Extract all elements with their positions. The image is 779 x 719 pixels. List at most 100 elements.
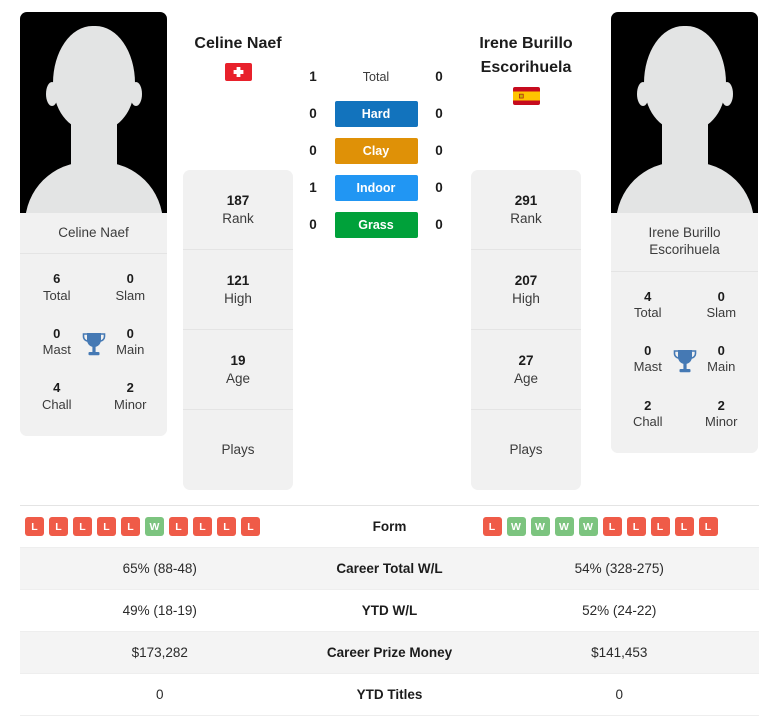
title-stat: 2 Minor	[94, 369, 168, 424]
surface-score-right: 0	[435, 143, 443, 158]
title-stat-label: Slam	[706, 304, 737, 320]
title-stat-label: Minor	[704, 413, 738, 429]
form-badge-w: W	[530, 517, 550, 536]
stat-row: 187 Rank	[183, 170, 293, 250]
surface-label: Grass	[334, 211, 418, 238]
form-badge-l: L	[121, 517, 140, 536]
table-row-label: Form	[372, 519, 407, 534]
form-badge-w: W	[145, 517, 164, 536]
table-cell-right: 0	[615, 687, 623, 702]
stat-row: 291 Rank	[471, 170, 581, 250]
surface-score-left: 0	[309, 106, 317, 121]
table-cell-left: 65% (88-48)	[122, 561, 197, 576]
form-badge-l: L	[602, 517, 622, 536]
form-badge-l: L	[650, 517, 670, 536]
table-cell-right: 52% (24-22)	[582, 603, 657, 618]
form-badge-l: L	[698, 517, 718, 536]
form-badge-l: L	[241, 517, 260, 536]
surface-label: Hard	[334, 100, 418, 127]
titles-grid-right: 4 Total 0 Slam 0 Mast 0 Main 2 Chall 2 M…	[611, 271, 759, 454]
surface-score-left: 0	[309, 143, 317, 158]
surface-score-right: 0	[435, 217, 443, 232]
table-row: $173,282 Career Prize Money $141,453	[20, 632, 759, 674]
table-row: 0 YTD Titles 0	[20, 674, 759, 716]
title-stat-value: 2	[644, 397, 652, 413]
head-to-head-summary: Celine Naef 6 Total 0 Slam 0 Mast 0 Main…	[0, 0, 779, 496]
table-row-label: YTD W/L	[361, 603, 418, 618]
form-badge-l: L	[193, 517, 212, 536]
surface-score-right: 0	[435, 69, 443, 84]
title-stat-label: Main	[707, 359, 736, 375]
surface-row-grass: 0 Grass 0	[296, 206, 456, 243]
surface-row-total: 1 Total 0	[296, 58, 456, 95]
title-stat-label: Main	[116, 342, 145, 358]
spain-flag-icon	[512, 87, 540, 105]
stat-label: Age	[513, 370, 539, 386]
player-card-left: Celine Naef 6 Total 0 Slam 0 Mast 0 Main…	[20, 12, 167, 436]
surface-score-right: 0	[435, 180, 443, 195]
stat-row: Plays	[471, 410, 581, 490]
titles-grid-left: 6 Total 0 Slam 0 Mast 0 Main 4 Chall 2 M…	[20, 254, 167, 436]
stat-value: 207	[514, 272, 538, 288]
title-stat-value: 0	[717, 343, 725, 359]
avatar-silhouette-icon	[24, 26, 163, 213]
surface-label: Clay	[334, 137, 418, 164]
title-stat-value: 2	[717, 397, 725, 413]
form-badge-l: L	[482, 517, 502, 536]
form-badge-l: L	[73, 517, 92, 536]
table-cell-left: 0	[155, 687, 164, 702]
title-stat-value: 0	[126, 271, 134, 287]
title-stat: 2 Minor	[685, 387, 759, 442]
player-header-left: Celine Naef	[163, 32, 313, 81]
table-row-label: Career Total W/L	[336, 561, 443, 576]
stat-row: 207 High	[471, 250, 581, 330]
comparison-table: LLLLLWLLLL Form LWWWWLLLLL 65% (88-48) C…	[20, 505, 759, 716]
player-photo-right	[611, 12, 758, 213]
form-badge-l: L	[49, 517, 68, 536]
stat-row: Plays	[183, 410, 293, 490]
trophy-icon	[673, 350, 696, 373]
title-stat-value: 0	[717, 288, 725, 304]
surface-score-left: 1	[309, 69, 317, 84]
player-name-right[interactable]: Irene Burillo Escorihuela	[451, 32, 601, 80]
player-card-right: Irene Burillo Escorihuela 4 Total 0 Slam	[611, 12, 759, 454]
surface-score-left: 0	[309, 217, 317, 232]
stat-row: 121 High	[183, 250, 293, 330]
title-stat-label: Total	[43, 287, 71, 303]
title-stat-label: Slam	[115, 287, 146, 303]
table-row-form: LLLLLWLLLL Form LWWWWLLLLL	[20, 506, 759, 548]
surface-row-indoor: 1 Indoor 0	[296, 169, 456, 206]
form-badge-l: L	[97, 517, 116, 536]
form-badge-w: W	[506, 517, 526, 536]
stat-row: 19 Age	[183, 330, 293, 410]
stat-value: 19	[230, 352, 246, 368]
player-photo-caption-left: Celine Naef	[20, 213, 167, 255]
title-stat: 6 Total	[20, 260, 94, 315]
stat-label: Age	[225, 370, 251, 386]
title-stat: 2 Chall	[611, 387, 685, 442]
table-cell-left: 49% (18-19)	[122, 603, 197, 618]
form-strip-right: LWWWWLLLLL	[480, 517, 760, 536]
stat-label: High	[224, 290, 252, 306]
title-stat-label: Minor	[113, 396, 147, 412]
player-name-left[interactable]: Celine Naef	[163, 32, 313, 56]
title-stat: 4 Total	[611, 278, 685, 333]
surface-breakdown: 1 Total 0 0 Hard 0 0 Clay 0 1 Indoor 0 0	[296, 58, 456, 243]
stat-value: 291	[514, 192, 538, 208]
table-row-label: Career Prize Money	[326, 645, 453, 660]
title-stat: 0 Slam	[685, 278, 759, 333]
form-badge-w: W	[578, 517, 598, 536]
surface-label: Total	[362, 69, 390, 84]
switzerland-flag-icon	[224, 63, 252, 81]
title-stat-value: 0	[126, 325, 134, 341]
stat-label: Plays	[221, 442, 255, 458]
table-cell-left: $173,282	[131, 645, 188, 660]
stat-value: 121	[226, 272, 250, 288]
form-badge-l: L	[626, 517, 646, 536]
stat-label: Plays	[509, 442, 543, 458]
surface-label: Indoor	[334, 174, 418, 201]
form-badge-l: L	[25, 517, 44, 536]
form-badge-l: L	[674, 517, 694, 536]
title-stat-label: Total	[634, 304, 662, 320]
form-badge-w: W	[554, 517, 574, 536]
